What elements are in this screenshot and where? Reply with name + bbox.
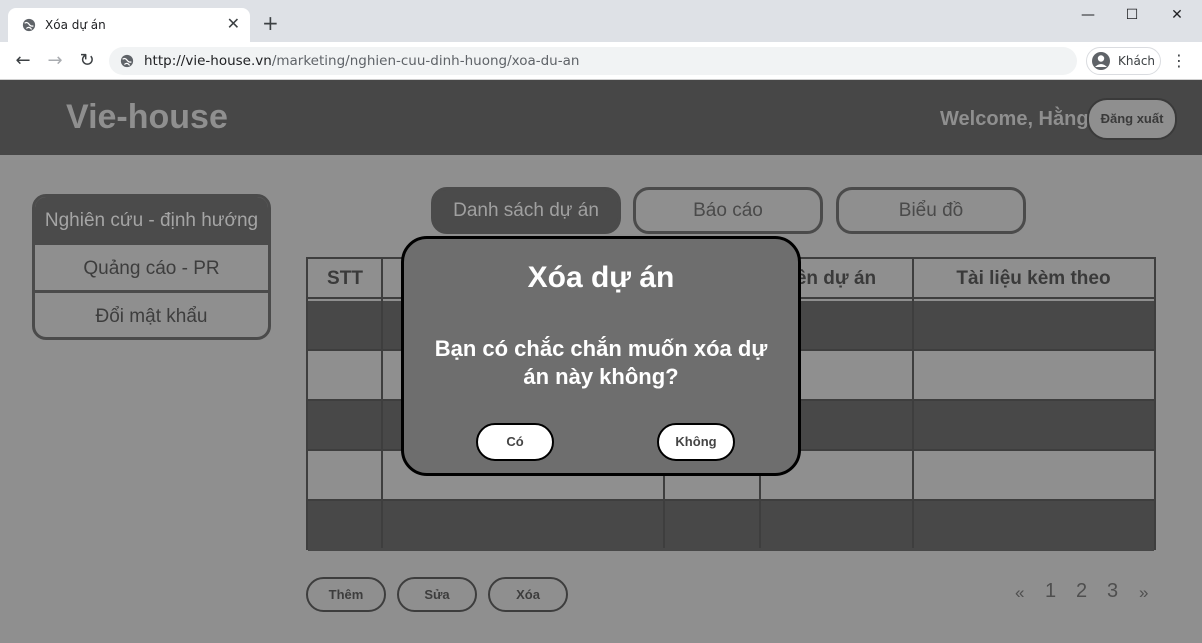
url-path: /marketing/nghien-cuu-dinh-huong/xoa-du-…: [271, 53, 580, 69]
column-header-documents: Tài liệu kèm theo: [956, 268, 1111, 289]
sidebar-menu: Nghiên cứu - định hướng Quảng cáo - PR Đ…: [32, 194, 271, 340]
add-button[interactable]: Thêm: [306, 577, 386, 612]
new-tab-button[interactable]: +: [262, 13, 279, 33]
address-bar[interactable]: http://vie-house.vn/marketing/nghien-cuu…: [109, 47, 1077, 75]
back-arrow-icon[interactable]: ←: [12, 50, 34, 72]
reload-icon[interactable]: ↻: [76, 50, 98, 72]
site-header: Vie-house Welcome, Hằng Đăng xuất: [0, 80, 1202, 155]
sidebar-item-advertising[interactable]: Quảng cáo - PR: [35, 245, 268, 293]
pagination-page-1[interactable]: 1: [1045, 578, 1056, 604]
maximize-icon[interactable]: ☐: [1110, 4, 1154, 26]
browser-menu-icon[interactable]: ⋮: [1171, 51, 1187, 71]
welcome-text: Welcome, Hằng: [940, 108, 1089, 130]
column-header-stt: STT: [327, 268, 363, 289]
logout-button[interactable]: Đăng xuất: [1087, 98, 1177, 140]
delete-button[interactable]: Xóa: [488, 577, 568, 612]
table-row[interactable]: [308, 501, 1154, 551]
browser-tab[interactable]: Xóa dự án ✕: [8, 8, 250, 42]
globe-icon: [22, 18, 36, 32]
dialog-title: Xóa dự án: [527, 261, 675, 294]
pagination-page-3[interactable]: 3: [1107, 578, 1118, 604]
pagination-page-2[interactable]: 2: [1076, 578, 1087, 604]
avatar-icon: [1092, 52, 1110, 70]
site-info-icon[interactable]: [120, 54, 134, 68]
tab-title: Xóa dự án: [45, 18, 106, 32]
browser-tab-strip: Xóa dự án ✕ + — ☐ ✕: [0, 0, 1202, 42]
delete-project-dialog: Xóa dự án Bạn có chắc chắn muốn xóa dự á…: [401, 236, 801, 476]
pagination-next[interactable]: »: [1139, 580, 1148, 606]
url-text: http://vie-house.vn/marketing/nghien-cuu…: [144, 53, 579, 69]
window-close-icon[interactable]: ✕: [1155, 4, 1199, 26]
brand-logo[interactable]: Vie-house: [66, 98, 228, 137]
column-divider: [912, 259, 914, 548]
sidebar-item-change-password[interactable]: Đổi mật khẩu: [35, 293, 268, 337]
minimize-icon[interactable]: —: [1066, 4, 1110, 26]
close-tab-icon[interactable]: ✕: [227, 15, 240, 33]
confirm-no-button[interactable]: Không: [657, 423, 735, 461]
confirm-yes-button[interactable]: Có: [476, 423, 554, 461]
browser-toolbar: ← → ↻ http://vie-house.vn/marketing/nghi…: [0, 42, 1202, 80]
forward-arrow-icon[interactable]: →: [44, 50, 66, 72]
profile-button[interactable]: Khách: [1086, 47, 1161, 75]
column-divider: [381, 259, 383, 548]
tab-reports[interactable]: Báo cáo: [633, 187, 823, 234]
url-host: http://vie-house.vn: [144, 53, 272, 69]
profile-label: Khách: [1118, 54, 1156, 68]
dialog-message: Bạn có chắc chắn muốn xóa dự án này khôn…: [434, 336, 768, 389]
tab-charts[interactable]: Biểu đồ: [836, 187, 1026, 234]
pagination-prev[interactable]: «: [1015, 580, 1024, 606]
sidebar-item-research[interactable]: Nghiên cứu - định hướng: [35, 197, 268, 245]
tab-project-list[interactable]: Danh sách dự án: [431, 187, 621, 234]
edit-button[interactable]: Sửa: [397, 577, 477, 612]
